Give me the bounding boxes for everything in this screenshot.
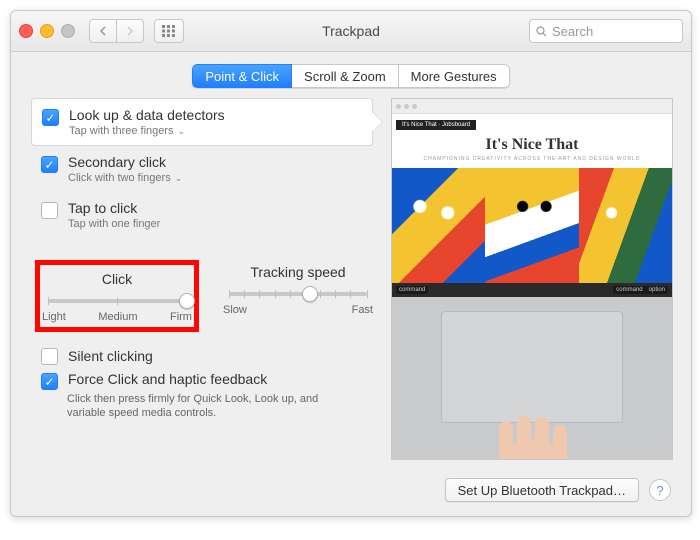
help-button[interactable]: ? [649, 479, 671, 501]
setup-bluetooth-button[interactable]: Set Up Bluetooth Trackpad… [445, 478, 639, 502]
forward-button[interactable] [117, 19, 144, 43]
nav-group [89, 19, 144, 43]
click-ticks: Light Medium Firm [42, 311, 192, 323]
preview-hand [487, 419, 577, 460]
tracking-ticks: Slow Fast [223, 304, 373, 316]
preview-page: It's Nice That · Jobsboard It's Nice Tha… [392, 114, 672, 284]
chevron-down-icon: ⌄ [178, 126, 186, 137]
option-lookup[interactable]: ✓ Look up & data detectors Tap with thre… [31, 98, 373, 146]
footer: Set Up Bluetooth Trackpad… ? [11, 470, 691, 516]
option-title: Secondary click [68, 154, 182, 170]
preferences-window: Trackpad Search Point & Click Scroll & Z… [10, 10, 692, 517]
preview-keys: command command option [392, 283, 672, 297]
option-silent[interactable]: Silent clicking [41, 346, 373, 365]
option-force[interactable]: ✓ Force Click and haptic feedback [41, 371, 373, 390]
option-sub[interactable]: Click with two fingers ⌄ [68, 172, 182, 184]
tab-point-click[interactable]: Point & Click [192, 64, 292, 88]
traffic-lights [19, 24, 75, 38]
search-icon [536, 26, 547, 37]
tracking-slider-block: Tracking speed [223, 264, 373, 332]
chevron-left-icon [99, 26, 107, 36]
titlebar: Trackpad Search [11, 11, 691, 52]
preview-site-title: It's Nice That [392, 130, 672, 156]
preview-browser-bar [392, 99, 672, 114]
checkbox-tap[interactable] [41, 202, 58, 219]
checkbox-secondary[interactable]: ✓ [41, 156, 58, 173]
preview-site-sub: CHAMPIONING CREATIVITY ACROSS THE ART AN… [392, 156, 672, 162]
slider-knob[interactable] [302, 286, 318, 302]
show-all-button[interactable] [154, 19, 184, 43]
slider-knob[interactable] [179, 293, 195, 309]
preview-video: It's Nice That · Jobsboard It's Nice Tha… [391, 98, 673, 460]
silent-label: Silent clicking [68, 348, 153, 364]
preview-laptop: command command option [392, 283, 672, 459]
option-secondary[interactable]: ✓ Secondary click Click with two fingers… [31, 146, 373, 192]
tab-segmented: Point & Click Scroll & Zoom More Gesture… [192, 64, 509, 88]
force-label: Force Click and haptic feedback [68, 371, 267, 387]
chevron-down-icon: ⌄ [175, 173, 183, 184]
highlight-box: Click Light Medium Firm [35, 260, 199, 332]
close-icon[interactable] [19, 24, 33, 38]
search-input[interactable]: Search [529, 19, 683, 43]
grid-icon [162, 25, 176, 37]
option-sub[interactable]: Tap with three fingers ⌄ [69, 125, 225, 137]
tabs-row: Point & Click Scroll & Zoom More Gesture… [11, 52, 691, 98]
content: ✓ Look up & data detectors Tap with thre… [11, 98, 691, 470]
back-button[interactable] [89, 19, 117, 43]
checkbox-lookup[interactable]: ✓ [42, 109, 59, 126]
option-tap[interactable]: Tap to click Tap with one finger [31, 192, 373, 238]
minimize-icon[interactable] [40, 24, 54, 38]
force-hint: Click then press firmly for Quick Look, … [67, 392, 357, 421]
click-slider[interactable] [48, 299, 186, 303]
zoom-icon [61, 24, 75, 38]
option-sub: Tap with one finger [68, 218, 160, 230]
preview-column: It's Nice That · Jobsboard It's Nice Tha… [391, 98, 673, 460]
checkbox-force[interactable]: ✓ [41, 373, 58, 390]
checkbox-silent[interactable] [41, 348, 58, 365]
click-slider-block: Click Light Medium Firm [42, 271, 192, 323]
preview-trackpad [441, 311, 623, 423]
chevron-right-icon [126, 26, 134, 36]
click-label: Click [42, 271, 192, 287]
bottom-options: Silent clicking ✓ Force Click and haptic… [31, 346, 373, 421]
tab-more-gestures[interactable]: More Gestures [399, 64, 510, 88]
options-column: ✓ Look up & data detectors Tap with thre… [31, 98, 373, 460]
tracking-label: Tracking speed [223, 264, 373, 280]
tab-scroll-zoom[interactable]: Scroll & Zoom [292, 64, 399, 88]
tracking-slider[interactable] [229, 292, 367, 296]
sliders-row: Click Light Medium Firm [31, 252, 373, 332]
option-title: Tap to click [68, 200, 160, 216]
preview-art [392, 168, 672, 296]
search-placeholder: Search [552, 24, 593, 39]
option-title: Look up & data detectors [69, 107, 225, 123]
